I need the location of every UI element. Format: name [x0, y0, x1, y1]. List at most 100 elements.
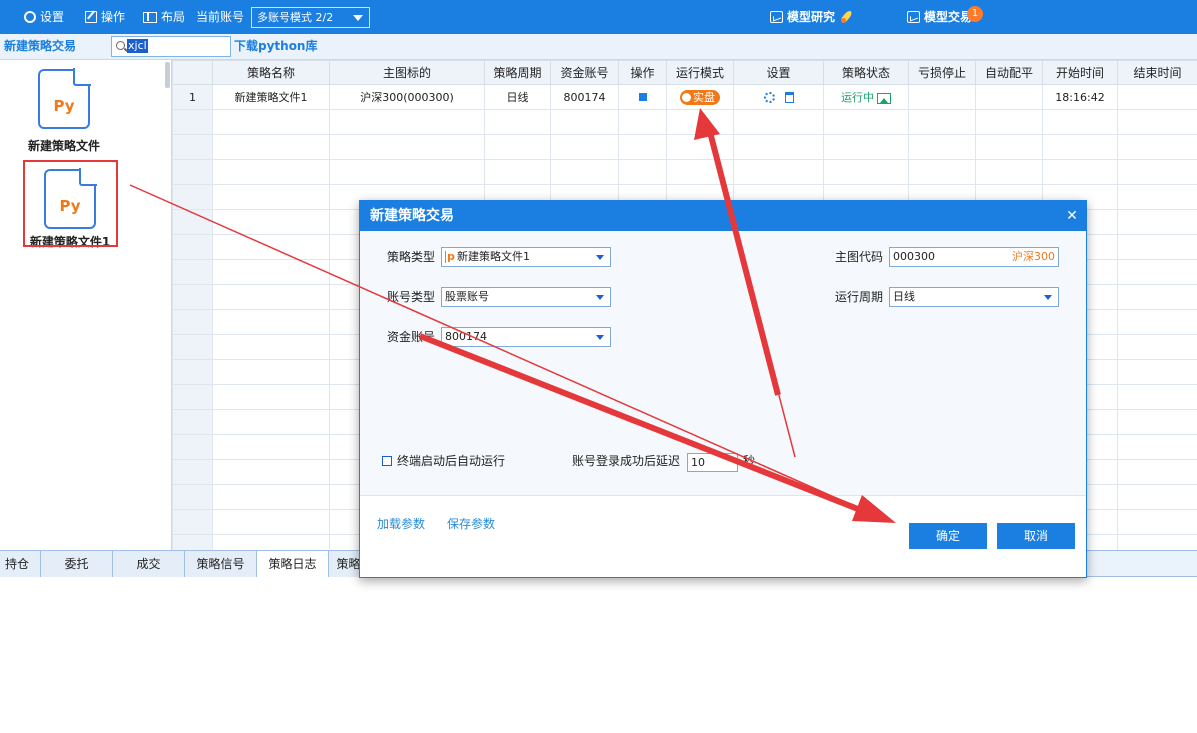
run-period-label: 运行周期	[835, 290, 884, 304]
strategy-file-tile[interactable]: Py 新建策略文件	[16, 68, 112, 154]
delay-input[interactable]: 10	[687, 453, 738, 472]
empty-cell	[329, 109, 485, 135]
column-header[interactable]: 主图标的	[329, 60, 485, 85]
python-file-icon: Py	[38, 68, 91, 129]
empty-cell	[1117, 359, 1197, 385]
delay-unit: 秒	[743, 454, 756, 468]
settings-menu[interactable]: 设置	[24, 0, 64, 34]
empty-cell	[172, 309, 213, 335]
run-period-select[interactable]: 日线	[889, 287, 1059, 307]
empty-cell	[1042, 134, 1118, 160]
cancel-button[interactable]: 取消	[997, 523, 1075, 549]
autorun-checkbox[interactable]	[382, 456, 392, 466]
stop-icon[interactable]	[638, 92, 647, 101]
empty-cell	[1117, 384, 1197, 410]
empty-cell	[1117, 134, 1197, 160]
cell-auto-balance	[975, 84, 1043, 110]
empty-cell	[329, 159, 485, 185]
empty-cell	[975, 134, 1043, 160]
column-header[interactable]: 操作	[618, 60, 667, 85]
strategy-type-value: 新建策略文件1	[457, 250, 530, 263]
tab-orders[interactable]: 委托	[41, 551, 113, 577]
load-params-link[interactable]: 加载参数	[377, 515, 425, 532]
layout-label: 布局	[161, 10, 186, 24]
cell-stop-loss	[908, 84, 976, 110]
settings-gear-icon[interactable]	[763, 92, 775, 103]
monitor-icon[interactable]	[877, 92, 891, 104]
empty-cell	[1117, 159, 1197, 185]
empty-cell	[172, 484, 213, 510]
empty-cell	[1117, 284, 1197, 310]
search-icon	[116, 41, 125, 50]
strategy-type-select[interactable]: p 新建策略文件1	[441, 247, 611, 267]
operate-menu[interactable]: 操作	[85, 0, 125, 34]
search-value: xjcl	[127, 39, 148, 53]
table-row[interactable]: 1 新建策略文件1 沪深300(000300) 日线 800174 实盘 运行中	[172, 84, 1197, 110]
cell-account: 800174	[550, 84, 619, 110]
fund-account-select[interactable]: 800174	[441, 327, 611, 347]
empty-cell	[618, 109, 667, 135]
chevron-down-icon	[596, 255, 604, 260]
save-params-link[interactable]: 保存参数	[447, 515, 495, 532]
column-header[interactable]: 亏损停止	[908, 60, 976, 85]
account-mode-select[interactable]: 多账号模式 2/2	[251, 7, 370, 28]
model-research-button[interactable]: 模型研究	[770, 0, 855, 34]
trash-icon[interactable]	[784, 92, 794, 103]
empty-cell	[908, 134, 976, 160]
new-strategy-dialog: 新建策略交易 ✕ 策略类型 p 新建策略文件1 账号类型 股票账号 资金账号 80…	[359, 200, 1087, 578]
empty-cell	[172, 384, 213, 410]
empty-cell	[212, 159, 330, 185]
empty-cell	[172, 509, 213, 535]
file-search-input[interactable]: xjcl	[111, 36, 231, 57]
column-header[interactable]: 策略状态	[823, 60, 909, 85]
tab-strategy-log[interactable]: 策略日志	[257, 551, 329, 577]
column-header[interactable]: 设置	[733, 60, 824, 85]
empty-cell	[212, 484, 330, 510]
download-python-link[interactable]: 下载python库	[234, 34, 317, 59]
column-header[interactable]: 运行模式	[666, 60, 734, 85]
column-header[interactable]: 结束时间	[1117, 60, 1197, 85]
annotation-highlight-box	[23, 160, 118, 247]
empty-cell	[172, 359, 213, 385]
status-running: 运行中	[841, 91, 874, 104]
empty-cell	[172, 159, 213, 185]
cell-operate	[618, 84, 667, 110]
cell-end-time	[1117, 84, 1197, 110]
cell-symbol: 沪深300(000300)	[329, 84, 485, 110]
tab-strategy-signals[interactable]: 策略信号	[185, 551, 257, 577]
toggle-knob-icon	[682, 92, 691, 102]
file-panel-scrollbar[interactable]	[165, 62, 170, 88]
settings-label: 设置	[40, 10, 65, 24]
account-type-select[interactable]: 股票账号	[441, 287, 611, 307]
empty-cell	[1117, 534, 1197, 550]
column-header[interactable]: 策略周期	[484, 60, 551, 85]
table-header-row: 策略名称 主图标的 策略周期 资金账号 操作 运行模式 设置 策略状态 亏损停止…	[172, 60, 1197, 85]
empty-cell	[550, 134, 619, 160]
empty-cell	[212, 459, 330, 485]
empty-cell	[1117, 459, 1197, 485]
model-trade-button[interactable]: 模型交易	[907, 0, 972, 34]
empty-cell	[1117, 209, 1197, 235]
current-account-label: 当前账号	[196, 10, 245, 24]
layout-menu[interactable]: 布局	[143, 0, 185, 34]
empty-cell	[212, 384, 330, 410]
column-header[interactable]: 开始时间	[1042, 60, 1118, 85]
edit-icon	[85, 11, 97, 23]
column-header[interactable]: 资金账号	[550, 60, 619, 85]
confirm-button[interactable]: 确定	[909, 523, 987, 549]
live-mode-toggle[interactable]: 实盘	[680, 89, 720, 105]
empty-cell	[1042, 159, 1118, 185]
column-header[interactable]: 策略名称	[212, 60, 330, 85]
tab-positions[interactable]: 持仓	[0, 551, 41, 577]
column-header[interactable]: 自动配平	[975, 60, 1043, 85]
cell-period: 日线	[484, 84, 551, 110]
empty-cell	[1117, 184, 1197, 210]
tab-fills[interactable]: 成交	[113, 551, 185, 577]
empty-cell	[1117, 434, 1197, 460]
main-code-input[interactable]: 000300 沪深300	[889, 247, 1059, 267]
empty-cell	[1042, 109, 1118, 135]
empty-cell	[212, 209, 330, 235]
empty-cell	[1117, 509, 1197, 535]
close-icon[interactable]: ✕	[1065, 201, 1079, 231]
cell-start-time: 18:16:42	[1042, 84, 1118, 110]
